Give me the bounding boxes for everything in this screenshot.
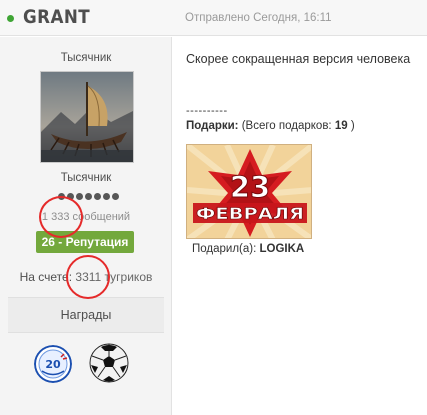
balance-label: На счете: xyxy=(19,270,73,284)
rank-pip-icon xyxy=(103,193,110,200)
balance: На счете: 3311 тугриков xyxy=(0,270,172,284)
rank-pip-icon xyxy=(85,193,92,200)
gift-from-name[interactable]: LOGIKA xyxy=(260,243,305,255)
rank-pip-icon xyxy=(67,193,74,200)
post-count: 1 333 сообщений xyxy=(41,211,131,223)
post-text: Скорее сокращенная версия человека xyxy=(186,52,411,66)
author-sidebar: Тысячник Тысячник 1 333 сообщений 26 - Р… xyxy=(0,37,172,415)
rank-pip-icon xyxy=(94,193,101,200)
gifts-line: Подарки: (Всего подарков: 19 ) xyxy=(186,120,355,132)
post-timestamp: Отправлено Сегодня, 16:11 xyxy=(185,12,332,24)
gift-from-line: Подарил(а): LOGIKA xyxy=(192,243,304,255)
rank-title: Тысячник xyxy=(60,52,112,64)
signature-separator: ---------- xyxy=(186,105,228,117)
online-status-icon xyxy=(7,15,14,22)
rank-pip-icon xyxy=(112,193,119,200)
gifts-count: 19 xyxy=(334,120,348,132)
gifts-summary: (Всего подарков: xyxy=(241,120,332,132)
awards-tab[interactable]: Награды xyxy=(8,297,164,333)
avatar[interactable] xyxy=(40,71,134,163)
soccer-ball-icon[interactable] xyxy=(89,343,129,383)
award-badge-icon[interactable]: 20 xyxy=(34,345,72,383)
username-link[interactable]: GRANT xyxy=(23,6,90,28)
gift-from-label: Подарил(а): xyxy=(192,243,257,255)
balance-currency: тугриков xyxy=(104,270,153,284)
gifts-label: Подарки: xyxy=(186,120,239,132)
gift-number: 23 xyxy=(230,170,270,204)
rank-pips xyxy=(58,193,119,200)
reputation-badge[interactable]: 26 - Репутация xyxy=(36,231,134,253)
rank-pip-icon xyxy=(58,193,65,200)
rank-label: Тысячник xyxy=(60,172,112,184)
balance-value: 3311 xyxy=(75,270,102,284)
post-body: Скорее сокращенная версия человека -----… xyxy=(186,52,426,255)
post-header: GRANT Отправлено Сегодня, 16:11 xyxy=(0,0,427,36)
gift-month: ФЕВРАЛЯ xyxy=(196,204,304,223)
gift-card-image[interactable]: 23 ФЕВРАЛЯ xyxy=(186,144,312,239)
gift-23-february-icon: 23 ФЕВРАЛЯ xyxy=(187,145,311,238)
avatar-viking-ship-icon xyxy=(41,72,133,162)
gifts-close: ) xyxy=(350,120,355,132)
rank-pip-icon xyxy=(76,193,83,200)
svg-text:20: 20 xyxy=(45,358,61,371)
